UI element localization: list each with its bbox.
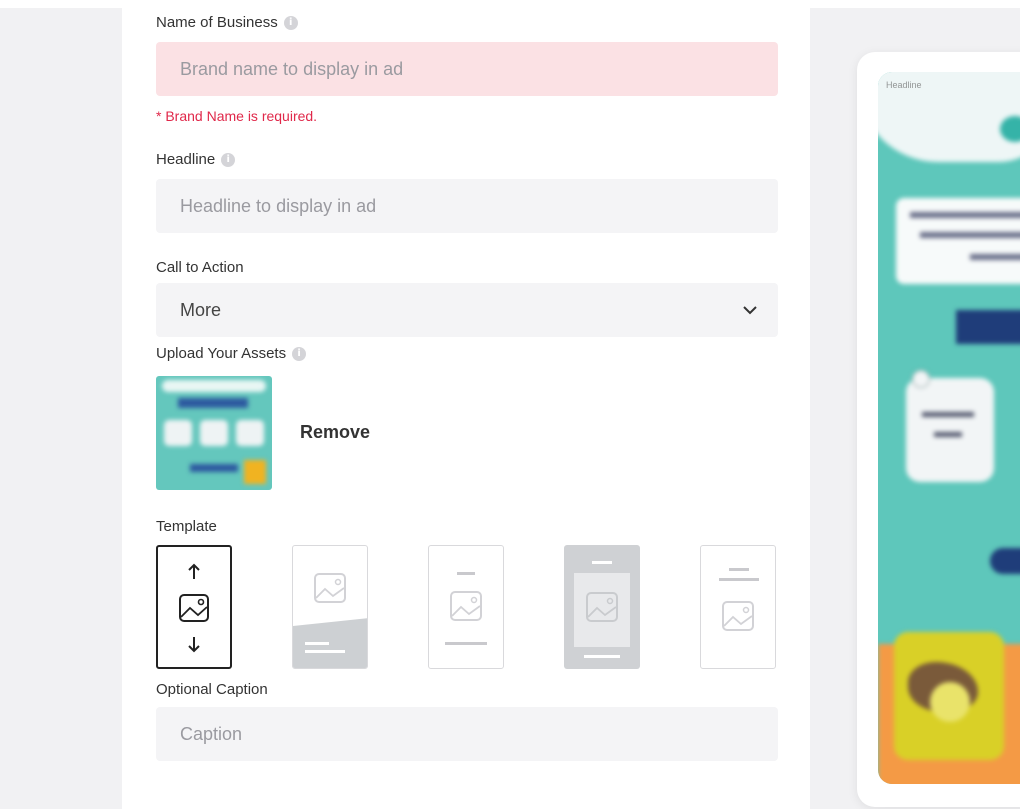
template-option-1[interactable] xyxy=(156,545,232,669)
business-name-input[interactable]: Brand name to display in ad xyxy=(156,42,778,96)
preview-headline-tag: Headline xyxy=(886,80,922,90)
info-icon[interactable]: i xyxy=(292,346,307,361)
cta-label-text: Call to Action xyxy=(156,259,244,276)
headline-label-text: Headline xyxy=(156,151,216,168)
business-name-label: Name of Business i xyxy=(156,14,298,31)
business-name-error: * Brand Name is required. xyxy=(156,108,318,124)
chevron-down-icon xyxy=(743,306,757,315)
business-name-placeholder: Brand name to display in ad xyxy=(180,58,404,79)
move-image-icon xyxy=(179,563,209,653)
template-label: Template xyxy=(156,518,217,535)
cta-label: Call to Action xyxy=(156,259,244,276)
caption-label: Optional Caption xyxy=(156,681,268,698)
headline-input[interactable]: Headline to display in ad xyxy=(156,179,778,233)
template-option-4[interactable] xyxy=(564,545,640,669)
remove-asset-button[interactable]: Remove xyxy=(300,422,370,443)
template-label-text: Template xyxy=(156,518,217,535)
ad-preview-image: Headline xyxy=(878,72,1020,784)
info-icon[interactable]: i xyxy=(221,152,236,167)
preview-creative xyxy=(878,72,1020,784)
template-option-5[interactable] xyxy=(700,545,776,669)
image-icon xyxy=(293,573,367,668)
uploaded-asset-thumbnail[interactable] xyxy=(156,376,272,490)
business-name-label-text: Name of Business xyxy=(156,14,278,31)
template-option-3[interactable] xyxy=(428,545,504,669)
cta-select[interactable]: More xyxy=(156,283,778,337)
assets-label-text: Upload Your Assets xyxy=(156,345,287,362)
headline-label: Headline i xyxy=(156,151,236,168)
image-icon xyxy=(445,572,487,645)
image-icon xyxy=(574,561,630,658)
caption-input[interactable]: Caption xyxy=(156,707,778,761)
caption-label-text: Optional Caption xyxy=(156,681,268,698)
image-icon xyxy=(719,568,759,631)
cta-selected-value: More xyxy=(180,299,222,320)
assets-label: Upload Your Assets i xyxy=(156,345,307,362)
template-option-2[interactable] xyxy=(292,545,368,669)
headline-placeholder: Headline to display in ad xyxy=(180,195,377,216)
info-icon[interactable]: i xyxy=(283,15,298,30)
thumbnail-image xyxy=(156,376,272,490)
caption-placeholder: Caption xyxy=(180,723,243,744)
